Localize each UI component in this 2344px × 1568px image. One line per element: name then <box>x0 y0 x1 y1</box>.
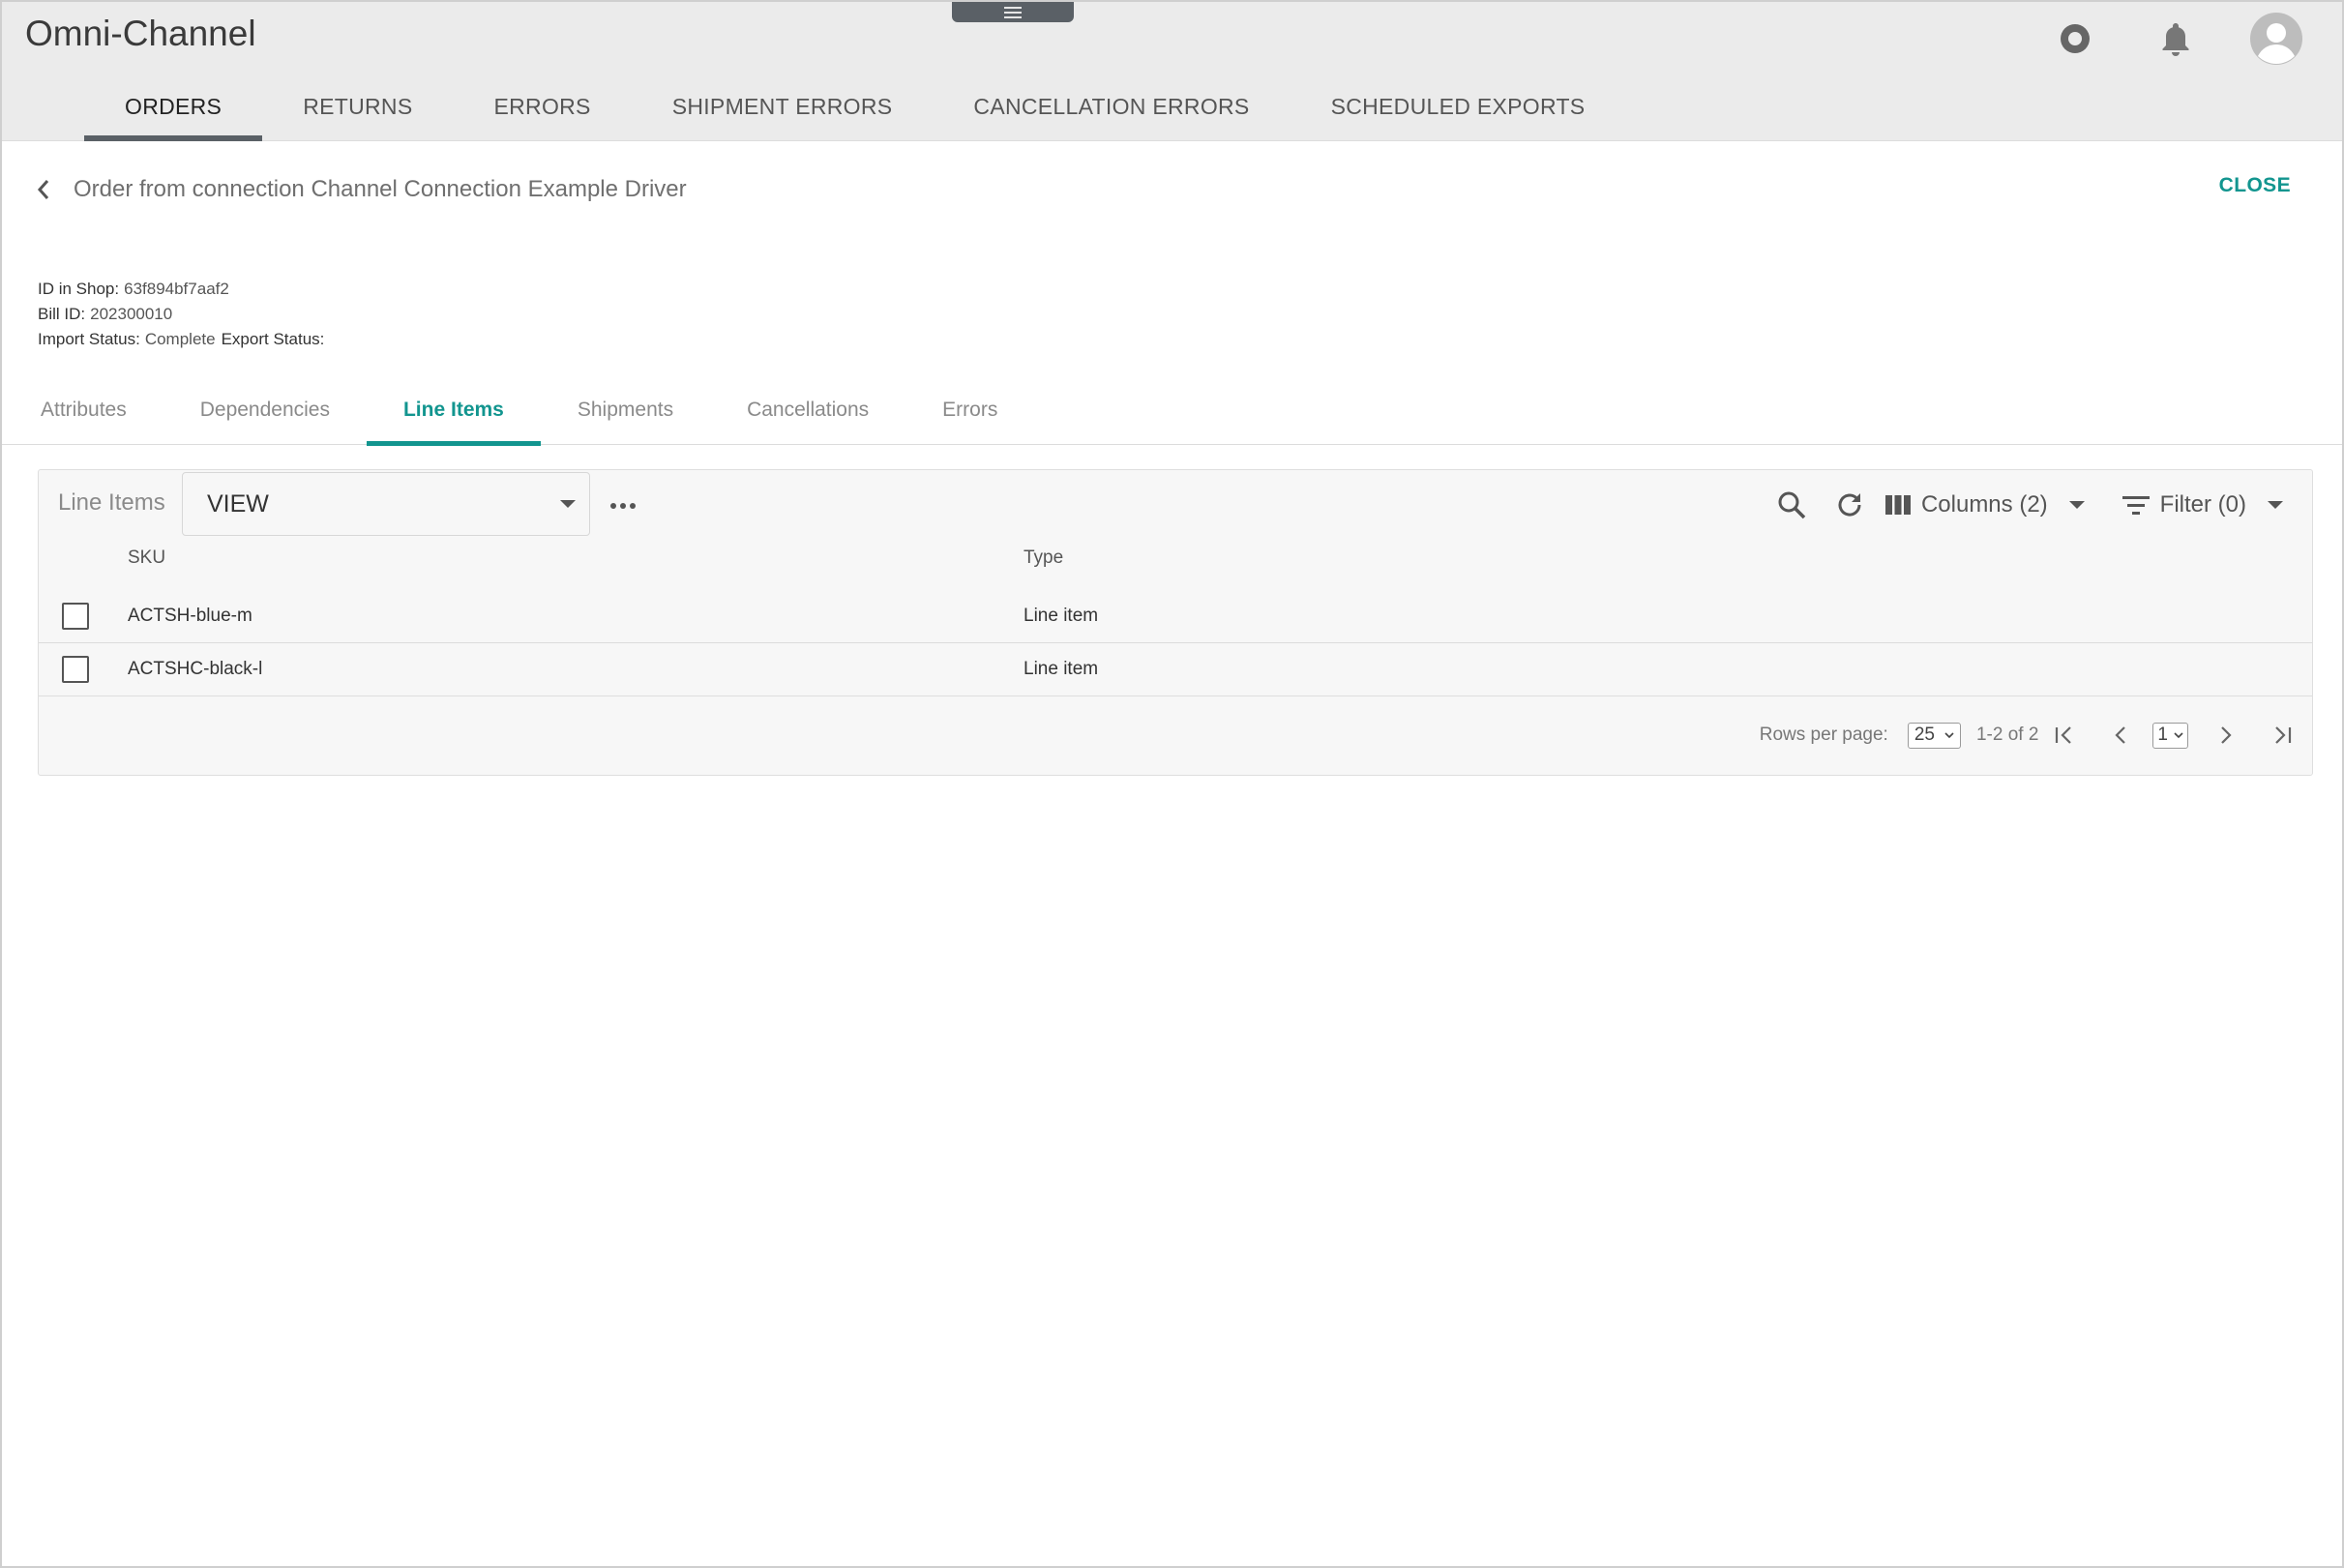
rows-per-page-select[interactable]: 25 <box>1907 722 1961 749</box>
grid-toolbar-actions: Columns (2) Filter (0) <box>1755 484 2283 526</box>
import-status-label: Import Status: <box>38 330 140 348</box>
tab-returns[interactable]: RETURNS <box>262 79 453 141</box>
export-status-label: Export Status: <box>221 330 325 348</box>
detail-title: Order from connection Channel Connection… <box>74 176 687 202</box>
chevron-down-icon <box>1944 732 1954 739</box>
cell-type: Line item <box>1024 606 1099 626</box>
chevron-down-icon <box>2174 732 2183 739</box>
columns-button[interactable]: Columns (2) <box>1884 491 2085 518</box>
columns-label: Columns (2) <box>1920 491 2048 518</box>
row-checkbox[interactable] <box>62 656 89 683</box>
bill-id-value: 202300010 <box>90 305 173 323</box>
main-tabs: ORDERS RETURNS ERRORS SHIPMENT ERRORS CA… <box>84 79 1625 141</box>
last-page-icon[interactable] <box>2268 721 2297 750</box>
row-checkbox[interactable] <box>62 603 89 630</box>
page-select[interactable]: 1 <box>2152 722 2188 749</box>
tab-shipment-errors[interactable]: SHIPMENT ERRORS <box>632 79 934 141</box>
record-icon[interactable] <box>2048 12 2102 66</box>
page-range: 1-2 of 2 <box>1975 725 2039 745</box>
column-header-sku[interactable]: SKU <box>128 547 165 569</box>
tab-orders[interactable]: ORDERS <box>84 79 263 141</box>
cell-sku: ACTSHC-black-l <box>128 659 263 679</box>
next-page-icon[interactable] <box>2211 721 2240 750</box>
tab-scheduled-exports[interactable]: SCHEDULED EXPORTS <box>1291 79 1626 141</box>
app-header: Omni-Channel ORDERS RETURNS ERRORS SHIPM… <box>2 2 2342 141</box>
more-options-icon[interactable] <box>606 491 640 520</box>
caret-down-icon <box>2268 501 2283 509</box>
rows-per-page-label: Rows per page: <box>1759 725 1888 745</box>
page-value: 1 <box>2157 725 2168 745</box>
import-status-value: Complete <box>144 330 216 348</box>
tab-cancellation-errors[interactable]: CANCELLATION ERRORS <box>933 79 1290 141</box>
drawer-handle[interactable] <box>952 2 1074 22</box>
tab-errors[interactable]: ERRORS <box>453 79 631 141</box>
view-select-value: VIEW <box>207 490 269 518</box>
close-button[interactable]: CLOSE <box>2219 174 2291 197</box>
grid-toolbar: Line Items VIEW Columns (2) Filter (0) <box>39 470 2312 540</box>
refresh-icon[interactable] <box>1828 484 1871 526</box>
search-icon[interactable] <box>1770 484 1813 526</box>
header-actions <box>2048 12 2303 66</box>
filter-button[interactable]: Filter (0) <box>2121 491 2283 518</box>
tab-detail-errors[interactable]: Errors <box>905 387 1034 445</box>
app-window: Omni-Channel ORDERS RETURNS ERRORS SHIPM… <box>0 0 2344 1568</box>
columns-icon <box>1884 495 1911 515</box>
tab-cancellations[interactable]: Cancellations <box>710 387 905 445</box>
cell-type: Line item <box>1024 659 1099 679</box>
tab-dependencies[interactable]: Dependencies <box>163 387 367 445</box>
table-row[interactable]: ACTSH-blue-m Line item <box>39 590 2312 643</box>
id-in-shop-label: ID in Shop: <box>38 280 120 298</box>
caret-down-icon <box>560 500 576 508</box>
rows-per-page-value: 25 <box>1914 725 1935 745</box>
view-select[interactable]: VIEW <box>182 472 590 536</box>
pagination: Rows per page: 25 1-2 of 2 1 <box>1760 718 2297 753</box>
avatar-icon[interactable] <box>2249 12 2303 66</box>
chevron-left-icon[interactable] <box>31 172 56 207</box>
caret-down-icon <box>2068 501 2085 509</box>
detail-header: Order from connection Channel Connection… <box>31 172 687 207</box>
grid-title: Line Items <box>58 489 165 516</box>
cell-sku: ACTSH-blue-m <box>128 606 252 626</box>
tab-attributes[interactable]: Attributes <box>4 387 163 445</box>
menu-icon <box>1004 11 1022 14</box>
app-title: Omni-Channel <box>25 14 256 53</box>
line-items-grid: Line Items VIEW Columns (2) Filter (0) S… <box>38 469 2313 776</box>
previous-page-icon[interactable] <box>2106 721 2135 750</box>
tab-line-items[interactable]: Line Items <box>366 387 541 446</box>
filter-label: Filter (0) <box>2159 491 2246 518</box>
id-in-shop-value: 63f894bf7aaf2 <box>124 280 229 298</box>
bell-icon[interactable] <box>2149 12 2203 66</box>
order-meta: ID in Shop: 63f894bf7aaf2 Bill ID: 2023000… <box>38 277 335 352</box>
bill-id-label: Bill ID: <box>38 305 86 323</box>
filter-icon <box>2121 496 2150 515</box>
first-page-icon[interactable] <box>2050 721 2079 750</box>
detail-tabs: Attributes Dependencies Line Items Shipm… <box>2 387 2342 446</box>
column-header-type[interactable]: Type <box>1024 547 1063 569</box>
table-row[interactable]: ACTSHC-black-l Line item <box>39 643 2312 696</box>
tab-shipments[interactable]: Shipments <box>541 387 710 445</box>
